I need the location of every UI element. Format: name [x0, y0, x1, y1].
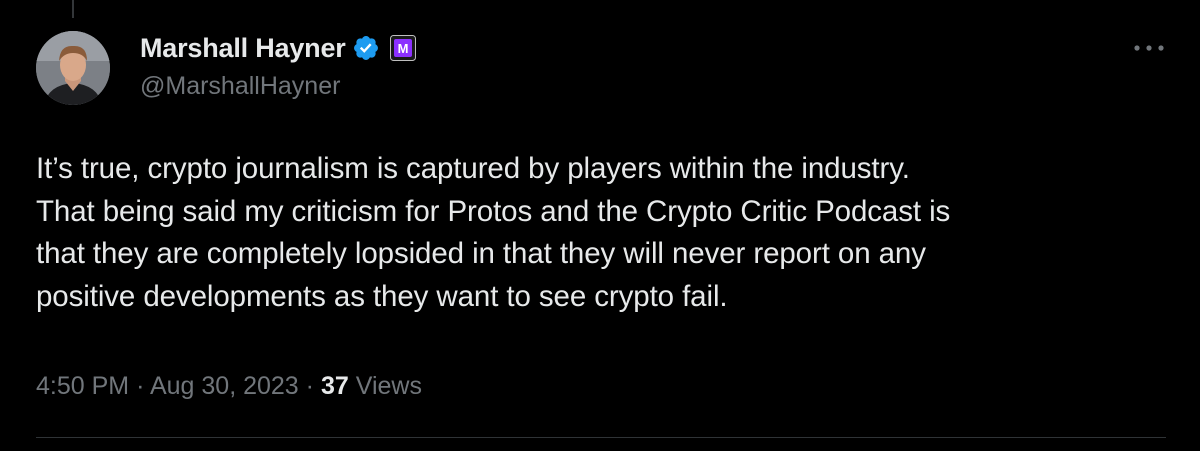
views-count: 37 — [320, 372, 349, 400]
tweet-text-line: That being said my criticism for Protos … — [36, 194, 951, 228]
thread-connector-line — [72, 0, 74, 18]
meta-separator: · — [136, 372, 145, 400]
avatar[interactable] — [36, 31, 110, 105]
divider — [36, 437, 1166, 438]
tweet-text: It’s true, crypto journalism is captured… — [36, 148, 1166, 318]
verified-badge-icon[interactable] — [352, 34, 380, 62]
tweet-meta: 4:50 PM · Aug 30, 2023 · 37 Views — [36, 372, 422, 401]
tweet-time[interactable]: 4:50 PM — [36, 372, 129, 400]
tweet-text-line: that they are completely lopsided in tha… — [36, 237, 926, 270]
tweet-text-line: positive developments as they want to se… — [36, 279, 728, 313]
tweet-date[interactable]: Aug 30, 2023 — [150, 372, 299, 400]
more-options-icon[interactable] — [1132, 36, 1166, 60]
tweet-text-line: It’s true, crypto journalism is captured… — [36, 152, 910, 185]
avatar-image — [36, 31, 110, 105]
author-name-row: Marshall Hayner M — [140, 30, 416, 66]
affiliate-badge-icon[interactable]: M — [389, 35, 416, 61]
author-handle[interactable]: @MarshallHayner — [140, 72, 340, 101]
meta-separator: · — [305, 372, 314, 400]
author-display-name[interactable]: Marshall Hayner — [140, 33, 346, 64]
views-label: Views — [355, 372, 422, 400]
svg-text:M: M — [397, 41, 408, 56]
